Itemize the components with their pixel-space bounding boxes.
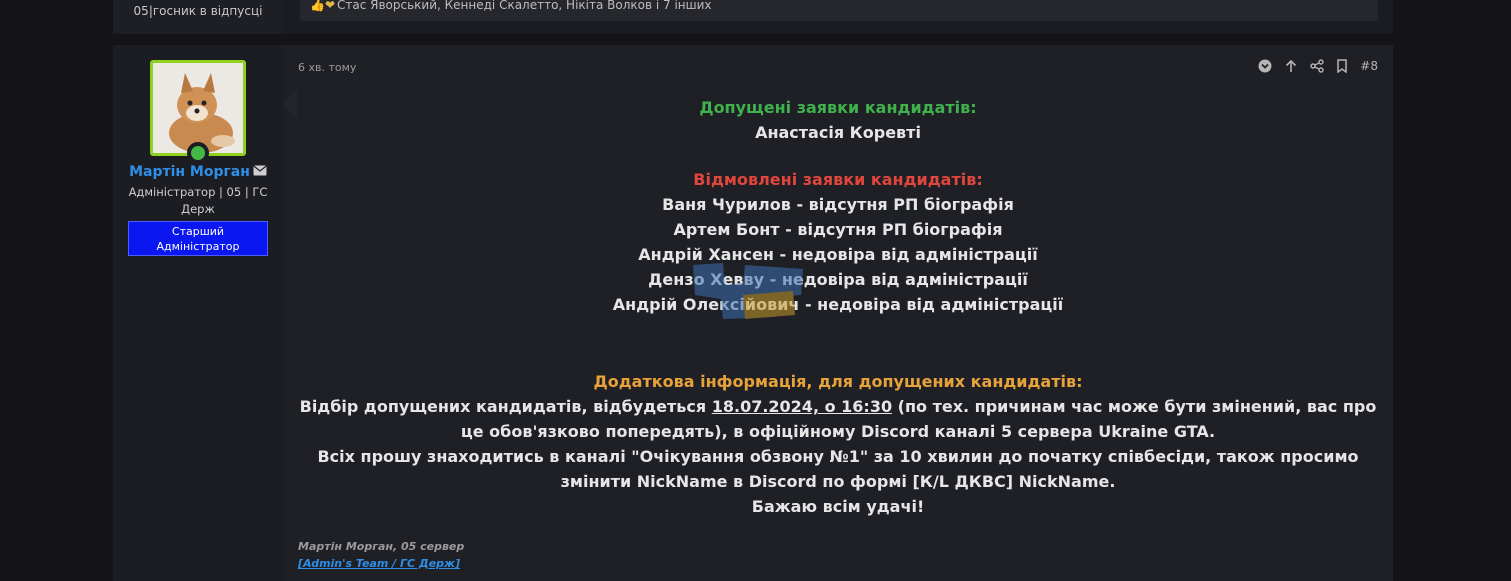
username[interactable]: Мартін Морган — [113, 164, 283, 180]
page: 05|госник в відпусці 👍❤ Стас Яворський, К… — [0, 0, 1511, 581]
reactions-users[interactable]: Стас Яворський, Кеннеді Скалетто, Нікіта… — [337, 0, 712, 12]
info-line-1: Відбір допущених кандидатів, відбудеться… — [299, 397, 1377, 441]
rejected-item: Андрій Хансен - недовіра від адміністрац… — [638, 245, 1038, 264]
reactions-summary[interactable]: 👍❤ Стас Яворський, Кеннеді Скалетто, Нікі… — [310, 0, 712, 12]
signature: Мартін Морган, 05 сервер [Admin's Team /… — [298, 538, 464, 572]
post-actions: #8 — [1258, 59, 1378, 73]
user-title: Адміністратор | 05 | ГС Держ — [128, 185, 268, 216]
previous-post: 05|госник в відпусці 👍❤ Стас Яворський, К… — [113, 0, 1393, 34]
avatar-image — [153, 63, 243, 153]
mail-icon[interactable] — [253, 164, 267, 180]
rejected-heading: Відмовлені заявки кандидатів: — [693, 170, 983, 189]
chevron-down-circle-icon[interactable] — [1258, 59, 1272, 73]
info-line-2: Всіх прошу знаходитись в каналі "Очікува… — [317, 447, 1359, 491]
rejected-item: Дензо Хевву - недовіра від адміністрації — [648, 270, 1028, 289]
user-banner: Старший Адміністратор — [128, 221, 268, 256]
reaction-icons: 👍❤ — [310, 0, 335, 12]
reactions-bar[interactable]: 👍❤ Стас Яворський, Кеннеді Скалетто, Нікі… — [300, 0, 1378, 21]
accepted-heading: Допущені заявки кандидатів: — [699, 98, 977, 117]
message-arrow — [283, 89, 297, 119]
post: Мартін Морган Адміністратор | 05 | ГС Де… — [113, 45, 1393, 581]
accepted-name: Анастасія Коревті — [755, 123, 921, 142]
previous-post-user-column: 05|госник в відпусці — [113, 0, 283, 34]
arrow-up-icon[interactable] — [1284, 59, 1298, 73]
signature-link[interactable]: [Admin's Team / ГС Держ] — [298, 555, 464, 572]
signature-text: Мартін Морган, 05 сервер — [298, 540, 465, 553]
post-number[interactable]: #8 — [1360, 59, 1378, 73]
post-user-column: Мартін Морган Адміністратор | 05 | ГС Де… — [113, 45, 283, 581]
selection-date: 18.07.2024, о 16:30 — [711, 397, 893, 416]
info-line-3: Бажаю всім удачі! — [751, 497, 925, 516]
info-heading: Додаткова інформація, для допущених канд… — [593, 372, 1083, 391]
post-date[interactable]: 6 хв. тому — [298, 61, 356, 74]
rejected-item: Андрій Олексійович - недовіра від адміні… — [612, 295, 1064, 314]
rejected-item: Ваня Чурилов - відсутня РП біографія — [662, 195, 1014, 214]
post-body: Допущені заявки кандидатів: Анастасія Ко… — [298, 95, 1378, 519]
rejected-item: Артем Бонт - відсутня РП біографія — [673, 220, 1003, 239]
online-status-icon — [187, 142, 209, 164]
share-icon[interactable] — [1310, 59, 1324, 73]
ukraine-gta-watermark — [693, 263, 803, 319]
bookmark-icon[interactable] — [1336, 59, 1348, 73]
previous-post-user-title: 05|госник в відпусці — [133, 4, 263, 18]
username-text[interactable]: Мартін Морган — [129, 164, 250, 180]
